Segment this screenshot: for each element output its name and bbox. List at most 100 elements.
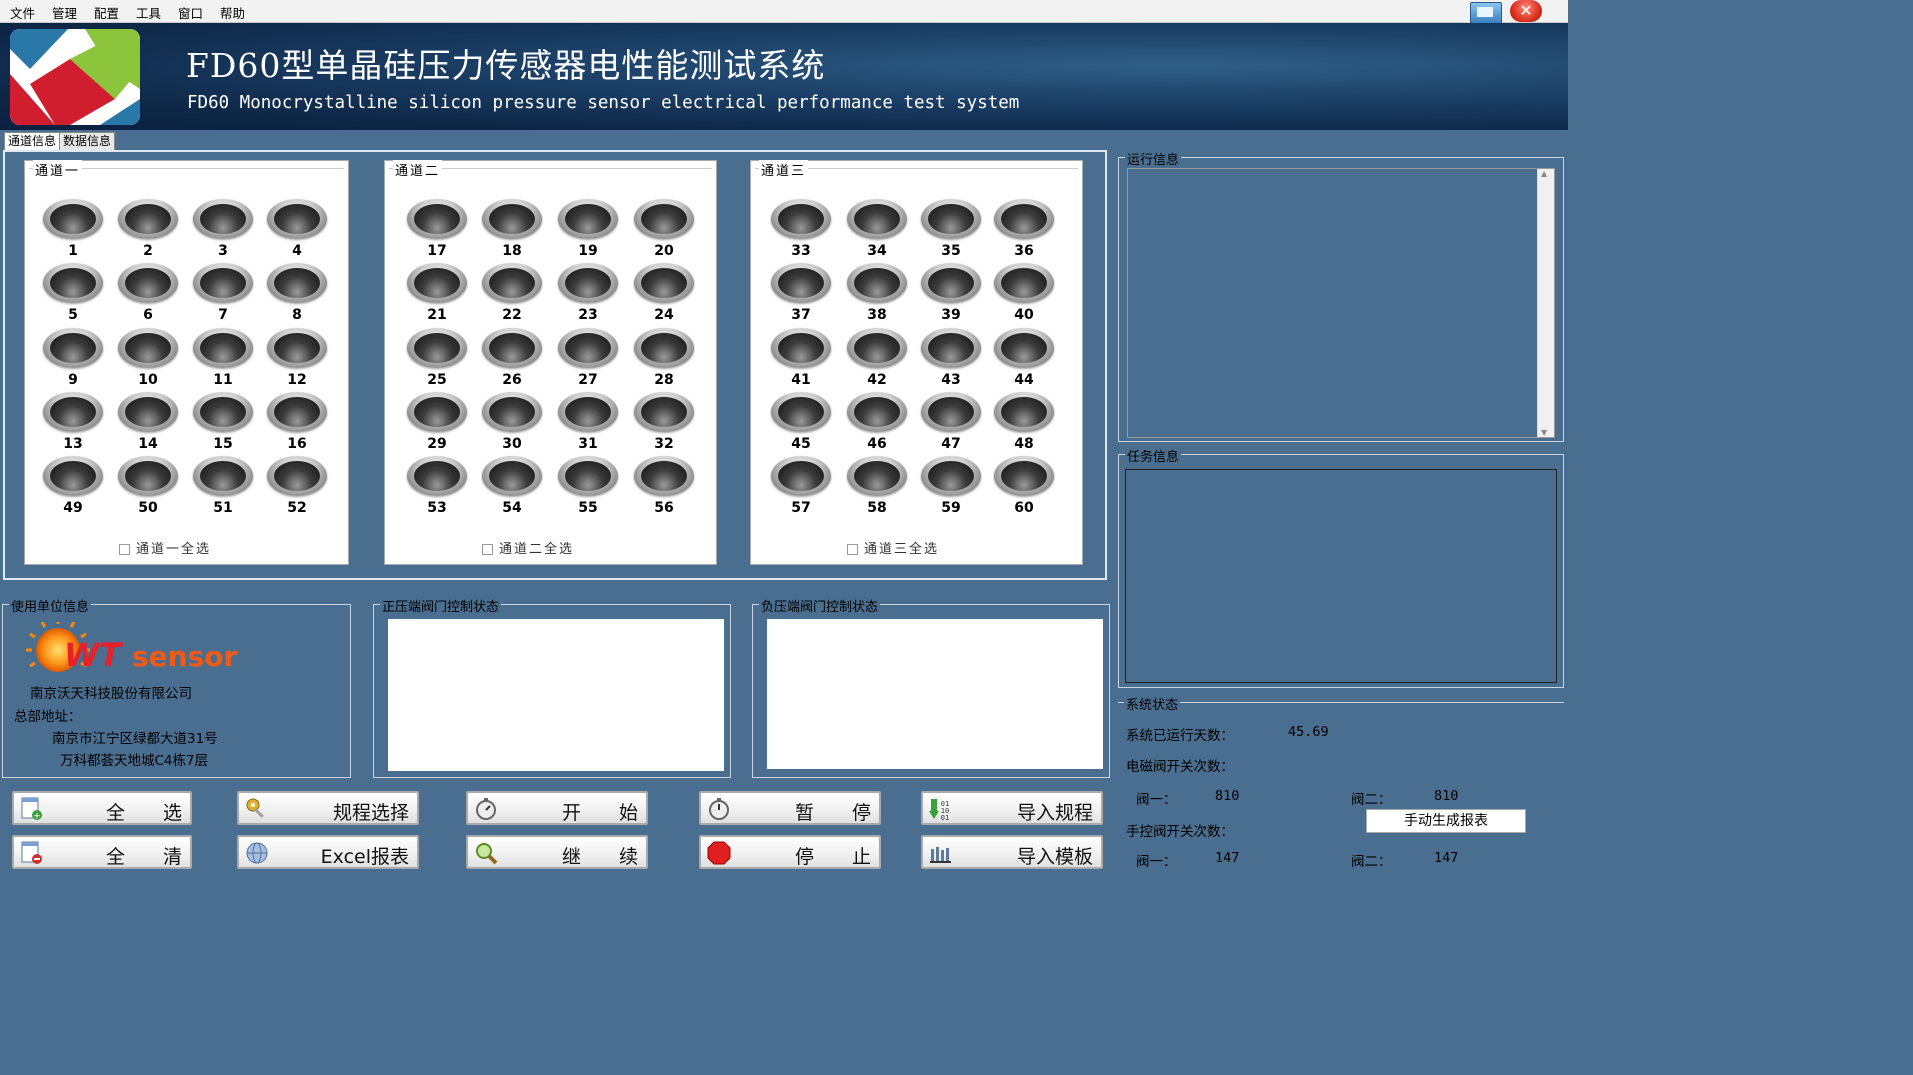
sensor-slot[interactable]: 30 bbox=[482, 392, 542, 452]
sensor-slot[interactable]: 7 bbox=[193, 263, 253, 323]
import-procedure-button[interactable]: 01 10 01 导入规程 bbox=[921, 791, 1103, 825]
clear-all-button[interactable]: 全 清 bbox=[12, 835, 192, 869]
stop-button[interactable]: 停 止 bbox=[699, 835, 881, 869]
sensor-slot[interactable]: 20 bbox=[634, 199, 694, 259]
task-info-title: 任务信息 bbox=[1125, 446, 1182, 465]
checkbox-icon[interactable] bbox=[847, 544, 858, 555]
sensor-number: 45 bbox=[791, 436, 811, 452]
sensor-slot[interactable]: 58 bbox=[847, 456, 907, 516]
sensor-slot[interactable]: 54 bbox=[482, 456, 542, 516]
tab-channel-info[interactable]: 通道信息 bbox=[4, 132, 61, 151]
sensor-slot[interactable]: 13 bbox=[43, 392, 103, 452]
sensor-slot[interactable]: 26 bbox=[482, 328, 542, 388]
sensor-slot[interactable]: 43 bbox=[921, 328, 981, 388]
sensor-slot[interactable]: 4 bbox=[267, 199, 327, 259]
channel-1-select-all[interactable]: 通道一全选 bbox=[119, 538, 211, 557]
sensor-slot[interactable]: 57 bbox=[771, 456, 831, 516]
channel-3-select-all[interactable]: 通道三全选 bbox=[847, 538, 939, 557]
sensor-slot[interactable]: 3 bbox=[193, 199, 253, 259]
manual-report-button[interactable]: 手动生成报表 bbox=[1366, 809, 1526, 833]
sensor-slot[interactable]: 27 bbox=[558, 328, 618, 388]
sensor-slot[interactable]: 5 bbox=[43, 263, 103, 323]
sensor-slot[interactable]: 36 bbox=[994, 199, 1054, 259]
svg-text:WT: WT bbox=[64, 636, 123, 674]
sensor-slot[interactable]: 45 bbox=[771, 392, 831, 452]
sensor-slot[interactable]: 37 bbox=[771, 263, 831, 323]
import-template-button[interactable]: 导入模板 bbox=[921, 835, 1103, 869]
sensor-slot[interactable]: 48 bbox=[994, 392, 1054, 452]
sensor-slot[interactable]: 8 bbox=[267, 263, 327, 323]
sensor-slot[interactable]: 32 bbox=[634, 392, 694, 452]
checkbox-icon[interactable] bbox=[482, 544, 493, 555]
sensor-slot[interactable]: 35 bbox=[921, 199, 981, 259]
sensor-slot[interactable]: 38 bbox=[847, 263, 907, 323]
sensor-number: 21 bbox=[427, 307, 447, 323]
menu-manage[interactable]: 管理 bbox=[52, 3, 77, 22]
sensor-slot[interactable]: 25 bbox=[407, 328, 467, 388]
select-all-button[interactable]: + 全 选 bbox=[12, 791, 192, 825]
sensor-indicator-icon bbox=[193, 328, 253, 368]
sensor-slot[interactable]: 2 bbox=[118, 199, 178, 259]
sensor-slot[interactable]: 46 bbox=[847, 392, 907, 452]
menu-help[interactable]: 帮助 bbox=[220, 3, 245, 22]
sensor-slot[interactable]: 23 bbox=[558, 263, 618, 323]
sensor-slot[interactable]: 18 bbox=[482, 199, 542, 259]
run-info-log[interactable] bbox=[1127, 168, 1555, 438]
close-icon[interactable]: ✕ bbox=[1510, 0, 1542, 22]
sensor-slot[interactable]: 56 bbox=[634, 456, 694, 516]
pause-button[interactable]: 暂 停 bbox=[699, 791, 881, 825]
sensor-slot[interactable]: 17 bbox=[407, 199, 467, 259]
sensor-slot[interactable]: 24 bbox=[634, 263, 694, 323]
sensor-slot[interactable]: 31 bbox=[558, 392, 618, 452]
sensor-slot[interactable]: 60 bbox=[994, 456, 1054, 516]
continue-button[interactable]: 继 续 bbox=[466, 835, 648, 869]
sensor-slot[interactable]: 39 bbox=[921, 263, 981, 323]
sensor-slot[interactable]: 16 bbox=[267, 392, 327, 452]
sensor-slot[interactable]: 59 bbox=[921, 456, 981, 516]
sensor-slot[interactable]: 42 bbox=[847, 328, 907, 388]
sensor-slot[interactable]: 52 bbox=[267, 456, 327, 516]
sensor-slot[interactable]: 49 bbox=[43, 456, 103, 516]
sensor-slot[interactable]: 41 bbox=[771, 328, 831, 388]
menu-window[interactable]: 窗口 bbox=[178, 3, 203, 22]
sensor-slot[interactable]: 53 bbox=[407, 456, 467, 516]
sensor-slot[interactable]: 50 bbox=[118, 456, 178, 516]
scrollbar[interactable] bbox=[1537, 169, 1554, 437]
sensor-slot[interactable]: 28 bbox=[634, 328, 694, 388]
sensor-slot[interactable]: 44 bbox=[994, 328, 1054, 388]
sensor-number: 17 bbox=[427, 243, 447, 259]
sensor-slot[interactable]: 29 bbox=[407, 392, 467, 452]
sensor-indicator-icon bbox=[921, 328, 981, 368]
sensor-slot[interactable]: 34 bbox=[847, 199, 907, 259]
menu-tools[interactable]: 工具 bbox=[136, 3, 161, 22]
sensor-slot[interactable]: 14 bbox=[118, 392, 178, 452]
sensor-indicator-icon bbox=[193, 199, 253, 239]
continue-label: 继 续 bbox=[561, 846, 638, 868]
sensor-slot[interactable]: 19 bbox=[558, 199, 618, 259]
sensor-slot[interactable]: 15 bbox=[193, 392, 253, 452]
tab-data-info[interactable]: 数据信息 bbox=[59, 132, 116, 151]
checkbox-icon[interactable] bbox=[119, 544, 130, 555]
sensor-slot[interactable]: 33 bbox=[771, 199, 831, 259]
sensor-slot[interactable]: 21 bbox=[407, 263, 467, 323]
sensor-slot[interactable]: 1 bbox=[43, 199, 103, 259]
sensor-number: 30 bbox=[502, 436, 522, 452]
sensor-slot[interactable]: 22 bbox=[482, 263, 542, 323]
sensor-slot[interactable]: 55 bbox=[558, 456, 618, 516]
menu-file[interactable]: 文件 bbox=[10, 3, 35, 22]
procedure-select-button[interactable]: 规程选择 bbox=[237, 791, 419, 825]
sensor-slot[interactable]: 12 bbox=[267, 328, 327, 388]
start-button[interactable]: 开 始 bbox=[466, 791, 648, 825]
sensor-slot[interactable]: 40 bbox=[994, 263, 1054, 323]
window-restore-icon[interactable] bbox=[1470, 2, 1502, 24]
channel-2-select-all[interactable]: 通道二全选 bbox=[482, 538, 574, 557]
sensor-slot[interactable]: 6 bbox=[118, 263, 178, 323]
excel-report-button[interactable]: Excel报表 bbox=[237, 835, 419, 869]
sensor-slot[interactable]: 10 bbox=[118, 328, 178, 388]
sensor-slot[interactable]: 51 bbox=[193, 456, 253, 516]
sensor-slot[interactable]: 9 bbox=[43, 328, 103, 388]
menu-config[interactable]: 配置 bbox=[94, 3, 119, 22]
task-info-box[interactable] bbox=[1125, 469, 1557, 683]
sensor-slot[interactable]: 11 bbox=[193, 328, 253, 388]
sensor-slot[interactable]: 47 bbox=[921, 392, 981, 452]
